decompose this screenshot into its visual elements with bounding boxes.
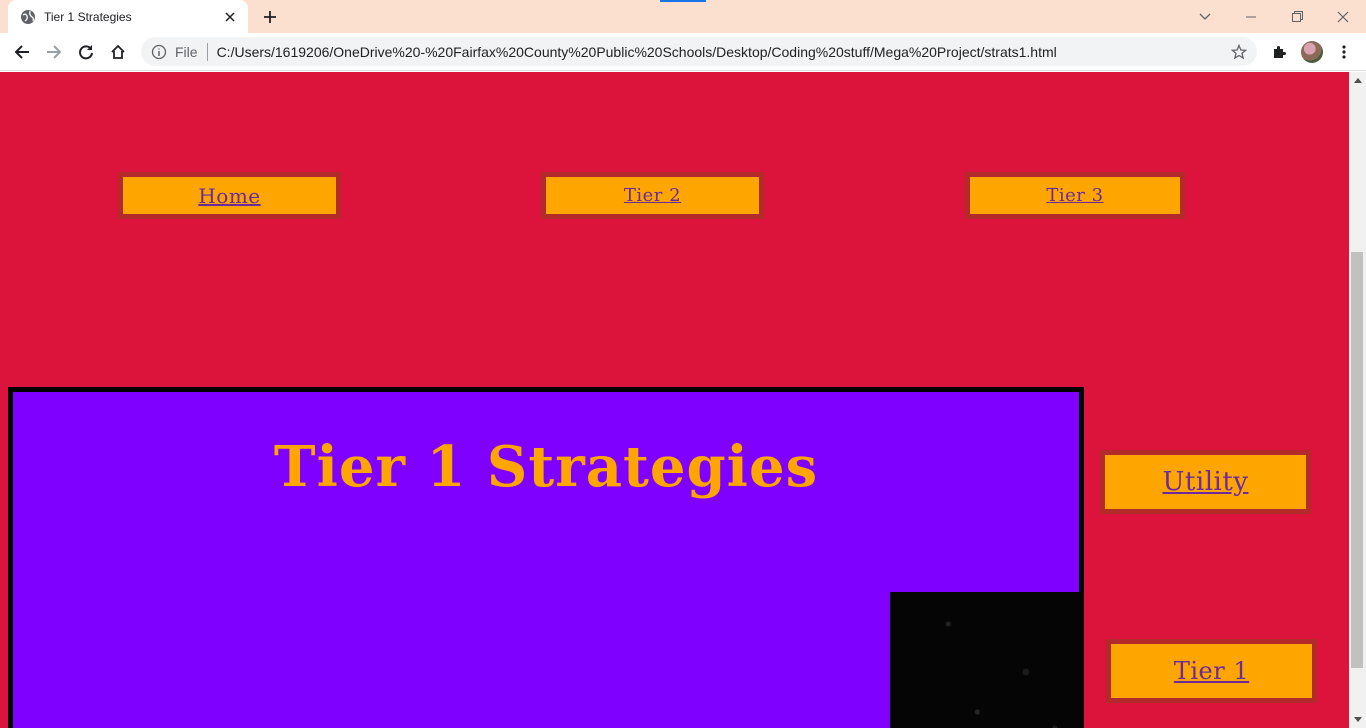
utility-link[interactable]: Utility <box>1163 467 1249 497</box>
page-title: Tier 1 Strategies <box>273 434 819 500</box>
home-icon <box>111 44 125 59</box>
puzzle-icon <box>1274 46 1286 58</box>
tier2-link[interactable]: Tier 2 <box>624 185 681 206</box>
nav-tier1-box: Tier 1 <box>1106 639 1317 703</box>
scroll-thumb[interactable] <box>1351 252 1363 668</box>
url-text[interactable]: C:/Users/1619206/OneDrive%20-%20Fairfax%… <box>217 44 1229 60</box>
browser-toolbar: File C:/Users/1619206/OneDrive%20-%20Fai… <box>0 33 1366 71</box>
reload-button[interactable] <box>72 38 100 66</box>
back-button[interactable] <box>8 38 36 66</box>
forward-button[interactable] <box>40 38 68 66</box>
browser-tab[interactable]: Tier 1 Strategies <box>8 0 248 33</box>
home-link[interactable]: Home <box>198 184 260 208</box>
minimize-button[interactable] <box>1228 0 1274 33</box>
tab-search-icon[interactable] <box>1182 0 1228 33</box>
reload-icon <box>79 45 93 60</box>
address-bar[interactable]: File C:/Users/1619206/OneDrive%20-%20Fai… <box>141 37 1257 66</box>
strategies-panel: Tier 1 Strategies <box>8 387 1084 728</box>
tab-title: Tier 1 Strategies <box>44 9 132 24</box>
dark-image <box>890 592 1084 728</box>
nav-tier3-box: Tier 3 <box>965 172 1185 219</box>
scroll-up-icon[interactable] <box>1349 72 1366 89</box>
extensions-button[interactable] <box>1265 38 1293 66</box>
page-scrollbar[interactable] <box>1349 72 1366 728</box>
close-tab-icon[interactable] <box>220 7 240 27</box>
menu-button[interactable] <box>1330 38 1358 66</box>
new-tab-button[interactable] <box>258 5 282 29</box>
tab-strip: Tier 1 Strategies <box>0 0 1366 33</box>
scheme-label: File <box>175 43 198 60</box>
avatar[interactable] <box>1301 41 1323 63</box>
restore-button[interactable] <box>1274 0 1320 33</box>
home-button[interactable] <box>104 38 132 66</box>
star-icon[interactable] <box>1229 42 1249 62</box>
tab-strip-accent <box>660 0 706 2</box>
page-viewport: Home Tier 2 Tier 3 Tier 1 Strategies Uti… <box>0 72 1349 728</box>
info-icon[interactable] <box>151 44 167 60</box>
close-window-button[interactable] <box>1320 0 1366 33</box>
scroll-down-icon[interactable] <box>1349 711 1366 728</box>
arrow-right-icon <box>47 45 62 59</box>
tier1-link[interactable]: Tier 1 <box>1174 657 1249 685</box>
nav-utility-box: Utility <box>1100 450 1311 514</box>
globe-icon <box>20 9 36 25</box>
tier3-link[interactable]: Tier 3 <box>1046 185 1103 206</box>
kebab-menu-icon <box>1342 45 1346 59</box>
arrow-left-icon <box>14 45 29 59</box>
nav-home-box: Home <box>118 172 341 219</box>
nav-tier2-box: Tier 2 <box>541 172 764 219</box>
address-separator <box>206 42 208 61</box>
